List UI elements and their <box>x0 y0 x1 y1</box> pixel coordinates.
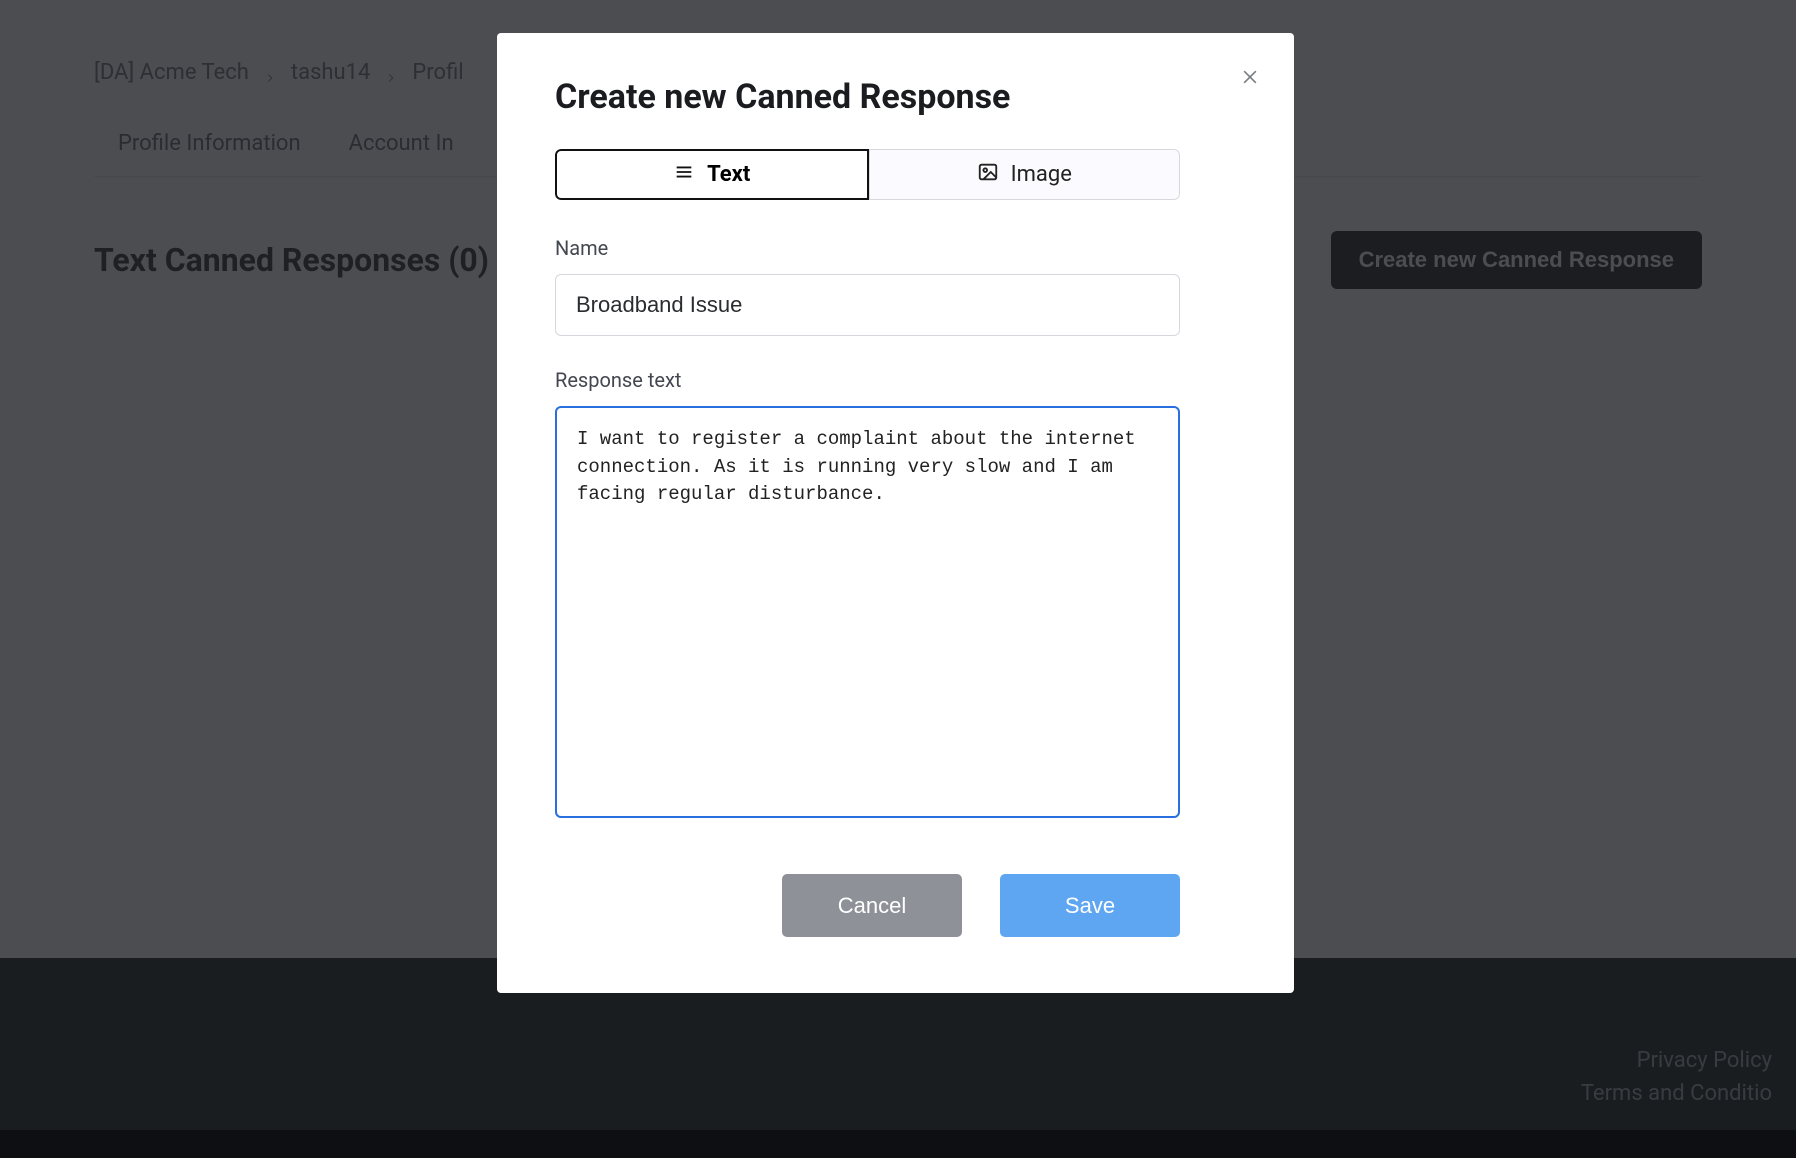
close-icon[interactable] <box>1236 63 1264 91</box>
response-text-label: Response text <box>555 368 1236 392</box>
create-canned-response-modal: Create new Canned Response Text Image <box>497 33 1294 993</box>
cancel-button[interactable]: Cancel <box>782 874 962 937</box>
response-text-textarea[interactable] <box>555 406 1180 818</box>
image-icon <box>977 161 999 189</box>
list-icon <box>673 161 695 189</box>
save-button[interactable]: Save <box>1000 874 1180 937</box>
segment-image[interactable]: Image <box>869 149 1181 200</box>
segment-image-label: Image <box>1011 162 1072 187</box>
name-label: Name <box>555 236 1236 260</box>
modal-title: Create new Canned Response <box>555 77 1236 117</box>
name-input[interactable] <box>555 274 1180 336</box>
segment-text[interactable]: Text <box>555 149 869 200</box>
response-type-segmented: Text Image <box>555 149 1180 200</box>
segment-text-label: Text <box>707 162 750 187</box>
